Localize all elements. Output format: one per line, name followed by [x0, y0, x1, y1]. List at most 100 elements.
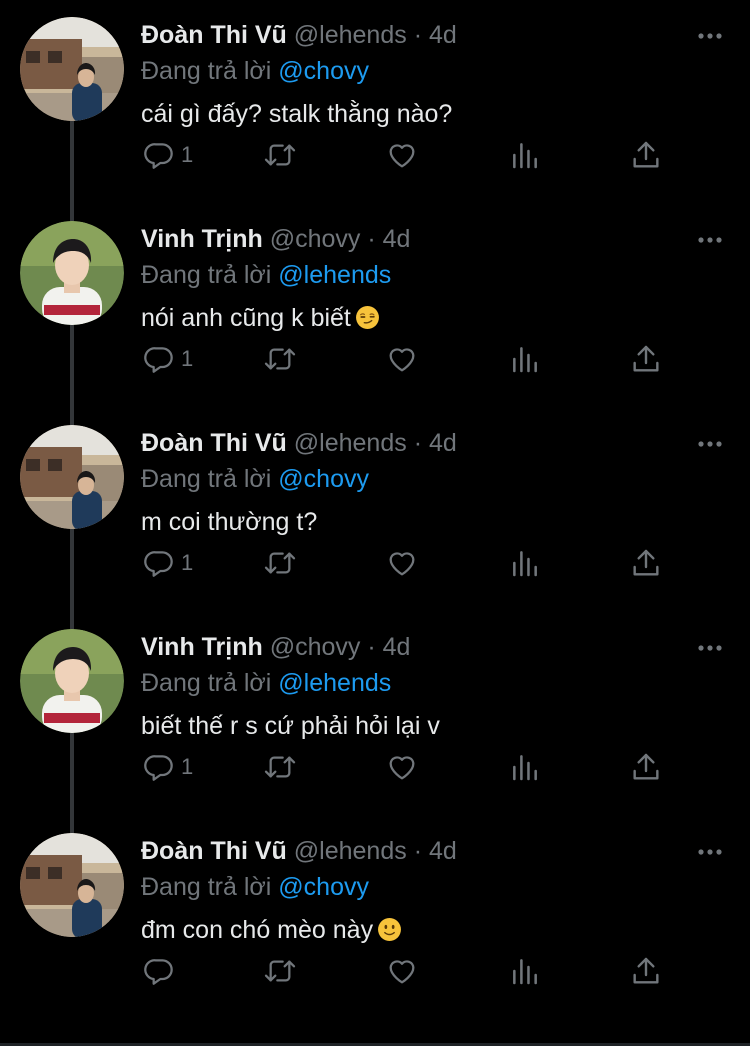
- share-icon: [631, 343, 661, 375]
- views-button[interactable]: [510, 339, 540, 379]
- tweet-text: biết thế r s cứ phải hỏi lại v: [141, 708, 440, 744]
- retweet-icon: [262, 751, 298, 783]
- like-button[interactable]: [386, 951, 418, 991]
- retweet-icon: [262, 343, 298, 375]
- timestamp[interactable]: 4d: [429, 429, 457, 457]
- avatar[interactable]: [20, 833, 124, 937]
- display-name[interactable]: Đoàn Thi Vũ: [141, 429, 287, 457]
- share-button[interactable]: [631, 543, 661, 583]
- reply-button[interactable]: 1: [143, 135, 193, 175]
- more-icon[interactable]: [690, 24, 730, 48]
- tweet-header: Vinh Trịnh @chovy · 4d: [141, 630, 410, 664]
- replying-to-label: Đang trả lời: [141, 873, 272, 901]
- tweet-text: đm con chó mèo này: [141, 912, 402, 948]
- retweet-button[interactable]: [262, 135, 298, 175]
- tweet[interactable]: Đoàn Thi Vũ @lehends · 4d Đang trả lời @c…: [0, 816, 750, 1020]
- more-icon[interactable]: [690, 840, 730, 864]
- display-name[interactable]: Đoàn Thi Vũ: [141, 21, 287, 49]
- avatar[interactable]: [20, 629, 124, 733]
- reply-count: 1: [181, 346, 194, 371]
- tweet-text-content: cái gì đấy? stalk thằng nào?: [141, 100, 453, 128]
- action-bar: [0, 951, 750, 991]
- replying-to-mention[interactable]: @lehends: [278, 669, 391, 697]
- share-icon: [631, 955, 661, 987]
- like-button[interactable]: [386, 543, 418, 583]
- timestamp[interactable]: 4d: [383, 225, 411, 253]
- display-name[interactable]: Vinh Trịnh: [141, 225, 263, 253]
- analytics-icon: [510, 139, 540, 171]
- heart-icon: [386, 547, 418, 579]
- reply-button[interactable]: 1: [143, 339, 193, 379]
- analytics-icon: [510, 343, 540, 375]
- timestamp[interactable]: 4d: [429, 837, 457, 865]
- tweet[interactable]: Đoàn Thi Vũ @lehends · 4d Đang trả lời @c…: [0, 0, 750, 204]
- reply-button[interactable]: 1: [143, 543, 193, 583]
- avatar[interactable]: [20, 17, 124, 121]
- tweet-text: m coi thường t?: [141, 504, 317, 540]
- analytics-icon: [510, 751, 540, 783]
- user-handle[interactable]: @lehends: [294, 429, 407, 457]
- user-handle[interactable]: @lehends: [294, 21, 407, 49]
- avatar[interactable]: [20, 425, 124, 529]
- views-button[interactable]: [510, 951, 540, 991]
- share-button[interactable]: [631, 951, 661, 991]
- timestamp[interactable]: 4d: [429, 21, 457, 49]
- replying-to-mention[interactable]: @chovy: [278, 57, 369, 85]
- tweet-header: Đoàn Thi Vũ @lehends · 4d: [141, 834, 457, 868]
- views-button[interactable]: [510, 543, 540, 583]
- share-button[interactable]: [631, 339, 661, 379]
- tweet-text-content: đm con chó mèo này: [141, 916, 374, 944]
- replying-to-mention[interactable]: @chovy: [278, 465, 369, 493]
- retweet-icon: [262, 547, 298, 579]
- retweet-button[interactable]: [262, 543, 298, 583]
- retweet-button[interactable]: [262, 951, 298, 991]
- tweet-text-content: nói anh cũng k biết: [141, 304, 351, 332]
- replying-to: Đang trả lời @lehends: [141, 258, 391, 292]
- user-handle[interactable]: @chovy: [270, 633, 361, 661]
- action-bar: 1: [0, 339, 750, 379]
- like-button[interactable]: [386, 747, 418, 787]
- action-bar: 1: [0, 543, 750, 583]
- like-button[interactable]: [386, 339, 418, 379]
- replying-to: Đang trả lời @chovy: [141, 870, 369, 904]
- replying-to-label: Đang trả lời: [141, 57, 272, 85]
- retweet-button[interactable]: [262, 339, 298, 379]
- tweet[interactable]: Vinh Trịnh @chovy · 4d Đang trả lời @lehe…: [0, 204, 750, 408]
- reply-count: 1: [181, 550, 194, 575]
- views-button[interactable]: [510, 135, 540, 175]
- heart-icon: [386, 343, 418, 375]
- more-icon[interactable]: [690, 636, 730, 660]
- replying-to: Đang trả lời @lehends: [141, 666, 391, 700]
- share-icon: [631, 139, 661, 171]
- display-name[interactable]: Vinh Trịnh: [141, 633, 263, 661]
- replying-to-mention[interactable]: @chovy: [278, 873, 369, 901]
- replying-to-mention[interactable]: @lehends: [278, 261, 391, 289]
- replying-to: Đang trả lời @chovy: [141, 462, 369, 496]
- reply-icon: [143, 139, 175, 171]
- retweet-button[interactable]: [262, 747, 298, 787]
- timestamp[interactable]: 4d: [383, 633, 411, 661]
- user-handle[interactable]: @chovy: [270, 225, 361, 253]
- tweet[interactable]: Đoàn Thi Vũ @lehends · 4d Đang trả lời @c…: [0, 408, 750, 612]
- tweet[interactable]: Vinh Trịnh @chovy · 4d Đang trả lời @lehe…: [0, 612, 750, 816]
- display-name[interactable]: Đoàn Thi Vũ: [141, 837, 287, 865]
- share-button[interactable]: [631, 135, 661, 175]
- analytics-icon: [510, 547, 540, 579]
- reply-button[interactable]: 1: [143, 747, 193, 787]
- like-button[interactable]: [386, 135, 418, 175]
- reply-icon: [143, 955, 175, 987]
- user-handle[interactable]: @lehends: [294, 837, 407, 865]
- more-icon[interactable]: [690, 228, 730, 252]
- avatar[interactable]: [20, 221, 124, 325]
- reply-button[interactable]: [143, 951, 175, 991]
- tweet-header: Đoàn Thi Vũ @lehends · 4d: [141, 18, 457, 52]
- separator-dot: ·: [413, 429, 423, 457]
- replying-to-label: Đang trả lời: [141, 669, 272, 697]
- share-icon: [631, 547, 661, 579]
- views-button[interactable]: [510, 747, 540, 787]
- more-icon[interactable]: [690, 432, 730, 456]
- separator-dot: ·: [367, 633, 376, 661]
- replying-to-label: Đang trả lời: [141, 261, 272, 289]
- share-button[interactable]: [631, 747, 661, 787]
- smirking-face-emoji: [351, 300, 380, 336]
